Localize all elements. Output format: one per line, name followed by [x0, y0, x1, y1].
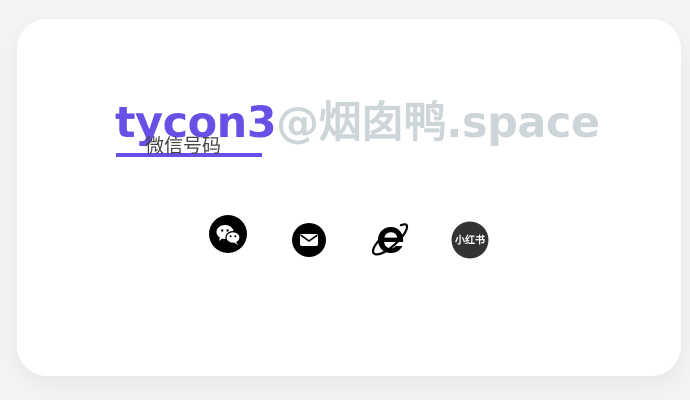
xiaohongshu-link[interactable]: 小红书: [451, 221, 489, 259]
internet-explorer-icon: [371, 223, 409, 256]
xiaohongshu-icon: 小红书: [451, 221, 489, 259]
profile-card: [17, 19, 681, 376]
domain-suffix: @烟囱鸭.space: [276, 98, 600, 148]
wechat-link[interactable]: [209, 215, 249, 253]
mail-icon: [292, 223, 326, 257]
mail-link[interactable]: [292, 223, 326, 257]
wechat-id-caption: 微信号码: [145, 135, 222, 157]
wechat-icon: [209, 215, 247, 253]
xiaohongshu-badge-text: 小红书: [454, 234, 485, 247]
web-link[interactable]: [371, 220, 409, 258]
